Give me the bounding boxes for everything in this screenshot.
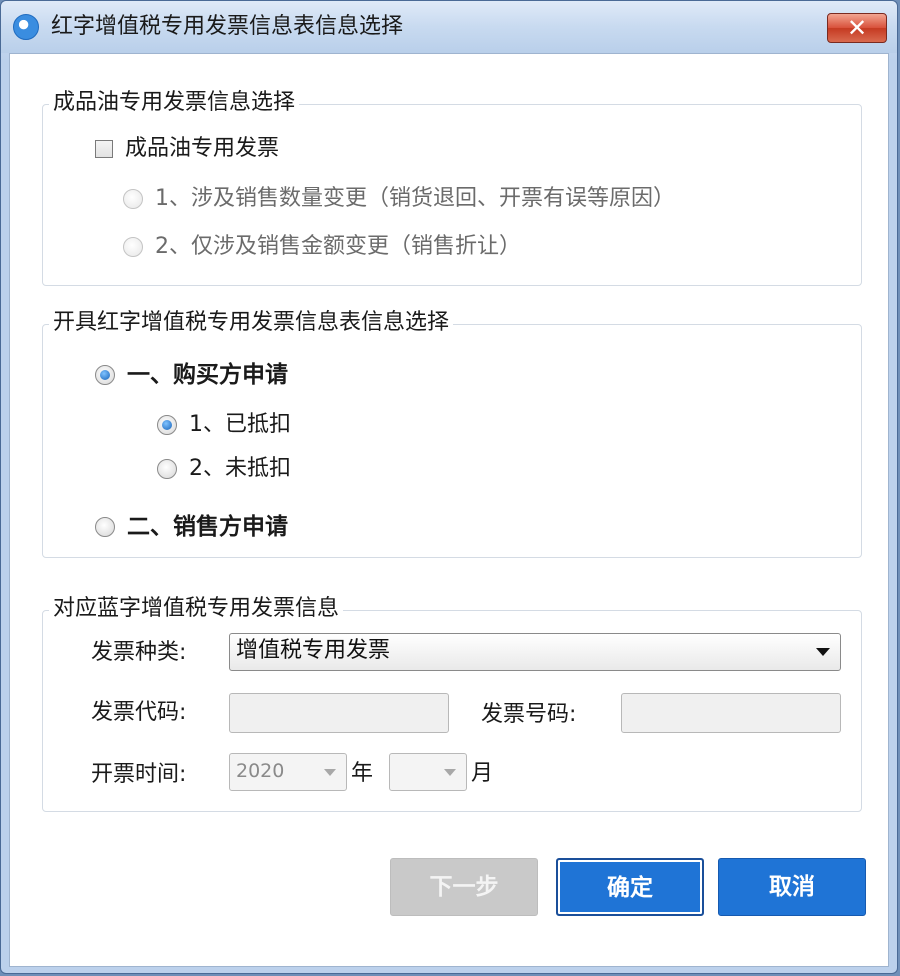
oil-option-quantity-change[interactable]: 1、涉及销售数量变更（销货退回、开票有误等原因） (123, 185, 675, 213)
buyer-apply-radio[interactable] (95, 365, 115, 385)
oil-invoice-checkbox[interactable] (95, 140, 113, 158)
red-invoice-group: 开具红字增值税专用发票信息表信息选择 一、购买方申请 1、已抵扣 2、未抵扣 二… (42, 309, 862, 558)
oil-option-amount-radio[interactable] (123, 237, 143, 257)
dialog-body: 成品油专用发票信息选择 成品油专用发票 1、涉及销售数量变更（销货退回、开票有误… (9, 53, 889, 967)
year-select[interactable]: 2020 (229, 753, 347, 791)
oil-option-quantity-radio[interactable] (123, 189, 143, 209)
oil-option-amount-change[interactable]: 2、仅涉及销售金额变更（销售折让） (123, 233, 521, 261)
buyer-apply-option[interactable]: 一、购买方申请 (95, 361, 288, 389)
seller-apply-label: 二、销售方申请 (127, 514, 288, 540)
deducted-radio[interactable] (157, 415, 177, 435)
red-invoice-legend: 开具红字增值税专用发票信息表信息选择 (49, 309, 454, 337)
oil-invoice-checkbox-label: 成品油专用发票 (125, 136, 280, 161)
month-select[interactable] (389, 753, 467, 791)
chevron-down-icon (324, 769, 336, 776)
not-deducted-radio[interactable] (157, 459, 177, 479)
deducted-option[interactable]: 1、已抵扣 (157, 411, 291, 439)
dialog-window: 红字增值税专用发票信息表信息选择 ✕ 成品油专用发票信息选择 成品油专用发票 1… (0, 0, 898, 974)
month-unit: 月 (471, 761, 494, 786)
cancel-button[interactable]: 取消 (718, 858, 866, 916)
invoice-type-select[interactable]: 增值税专用发票 (229, 633, 841, 671)
seller-apply-option[interactable]: 二、销售方申请 (95, 513, 288, 541)
invoice-code-input[interactable] (229, 693, 449, 733)
chevron-down-icon (816, 648, 830, 656)
not-deducted-option[interactable]: 2、未抵扣 (157, 455, 291, 483)
confirm-button[interactable]: 确定 (556, 858, 704, 916)
invoice-number-label: 发票号码: (481, 702, 577, 727)
title-bar[interactable]: 红字增值税专用发票信息表信息选择 ✕ (1, 1, 897, 53)
invoice-type-label: 发票种类: (91, 640, 187, 665)
invoice-number-input[interactable] (621, 693, 841, 733)
invoice-type-value: 增值税专用发票 (236, 638, 391, 663)
blue-invoice-legend: 对应蓝字增值税专用发票信息 (49, 595, 344, 623)
deducted-label: 1、已抵扣 (189, 412, 291, 437)
blue-invoice-group: 对应蓝字增值税专用发票信息 发票种类: 增值税专用发票 发票代码: 发票号码: … (42, 595, 862, 812)
app-logo-icon (13, 14, 39, 40)
seller-apply-radio[interactable] (95, 517, 115, 537)
chevron-down-icon (444, 769, 456, 776)
year-unit: 年 (351, 761, 374, 786)
next-step-button[interactable]: 下一步 (390, 858, 538, 916)
oil-option-quantity-label: 1、涉及销售数量变更（销货退回、开票有误等原因） (155, 186, 675, 211)
invoice-code-label: 发票代码: (91, 700, 187, 725)
oil-invoice-group: 成品油专用发票信息选择 成品油专用发票 1、涉及销售数量变更（销货退回、开票有误… (42, 89, 862, 286)
oil-invoice-legend: 成品油专用发票信息选择 (49, 89, 300, 117)
buyer-apply-label: 一、购买方申请 (127, 362, 288, 388)
window-title: 红字增值税专用发票信息表信息选择 (51, 14, 404, 39)
oil-option-amount-label: 2、仅涉及销售金额变更（销售折让） (155, 234, 521, 259)
oil-invoice-checkbox-row[interactable]: 成品油专用发票 (95, 135, 279, 163)
year-value: 2020 (236, 760, 285, 782)
issue-time-label: 开票时间: (91, 762, 187, 787)
close-button[interactable]: ✕ (827, 13, 887, 43)
not-deducted-label: 2、未抵扣 (189, 456, 291, 481)
